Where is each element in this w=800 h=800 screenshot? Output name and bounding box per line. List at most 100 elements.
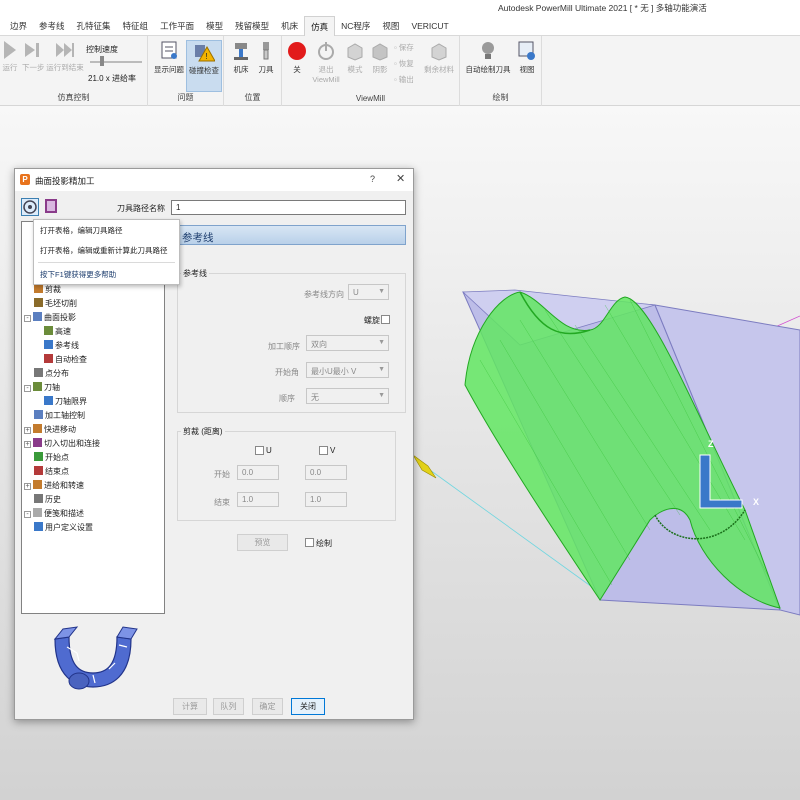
tab-stock-model[interactable]: 残留模型 xyxy=(229,16,275,36)
viewmill-off-button[interactable]: 关 xyxy=(284,40,310,75)
tree-item-end-point[interactable]: 结束点 xyxy=(34,466,69,478)
tree-item-reference-line[interactable]: 参考线 xyxy=(44,340,79,352)
tree-item-high-speed[interactable]: 高速 xyxy=(44,326,71,338)
speed-slider[interactable] xyxy=(90,61,142,63)
trim-u-label: U xyxy=(266,446,272,455)
start-corner-select[interactable]: 最小U最小 V ▼ xyxy=(306,362,389,378)
tree-item-user-settings[interactable]: 用户定义设置 xyxy=(34,522,93,534)
show-problem-button[interactable]: 显示问题 xyxy=(152,40,186,75)
tree-item-tool-axis[interactable]: - 刀轴 xyxy=(24,382,60,394)
axis-z-label: Z xyxy=(708,439,714,449)
run-to-end-button[interactable]: 运行到结束 xyxy=(46,40,84,73)
residual-icon xyxy=(431,43,447,61)
sequence-label: 顺序 xyxy=(279,394,295,403)
queue-button[interactable]: 队列 xyxy=(213,698,244,715)
close-icon[interactable]: ✕ xyxy=(396,172,405,185)
run-button[interactable]: 运行 xyxy=(0,40,20,73)
close-button[interactable]: 关闭 xyxy=(291,698,325,715)
next-step-button[interactable]: 下一步 xyxy=(22,40,45,73)
toolpath-name-label: 刀具路径名称 xyxy=(117,204,165,213)
group-label-problem: 问题 xyxy=(177,93,194,102)
calculate-button[interactable]: 计算 xyxy=(173,698,207,715)
mode-button[interactable]: 模式 xyxy=(342,40,368,75)
tab-workplane[interactable]: 工作平面 xyxy=(154,16,200,36)
tree-item-feeds-speeds[interactable]: + 进给和转速 xyxy=(24,480,84,492)
toolpath-name-input[interactable]: 1 xyxy=(171,200,406,215)
tool-button[interactable]: 刀具 xyxy=(254,40,278,75)
residual-material-button[interactable]: 剩余材料 xyxy=(422,40,456,75)
order-select[interactable]: 双向 ▼ xyxy=(306,335,389,351)
view-button[interactable]: 视图 xyxy=(514,40,540,75)
title-bar: Autodesk PowerMill Ultimate 2021 [ * 无 ]… xyxy=(0,0,800,16)
toolpath-table-icon xyxy=(45,199,57,213)
direction-select[interactable]: U ▼ xyxy=(348,284,389,300)
view-icon xyxy=(518,41,535,60)
speed-slider-thumb[interactable] xyxy=(100,56,104,66)
restore-button[interactable]: ▫ 恢复 xyxy=(394,58,414,69)
tree-item-auto-check[interactable]: 自动检查 xyxy=(44,354,87,366)
preview-button[interactable]: 预览 xyxy=(237,534,288,551)
history-icon xyxy=(34,494,43,503)
trim-v-end-input[interactable]: 1.0 xyxy=(305,492,347,507)
tab-view[interactable]: 视图 xyxy=(376,16,405,36)
chevron-down-icon: ▼ xyxy=(378,339,385,346)
export-button[interactable]: ▫ 输出 xyxy=(394,74,414,85)
powermill-logo-icon: P xyxy=(20,174,30,185)
tab-boundary[interactable]: 边界 xyxy=(4,16,33,36)
dialog-title: 曲面投影精加工 xyxy=(35,176,95,186)
trim-icon xyxy=(34,284,43,293)
play-icon xyxy=(4,41,16,59)
high-speed-icon xyxy=(44,326,53,335)
help-button[interactable]: ? xyxy=(370,174,375,184)
trim-u-end-input[interactable]: 1.0 xyxy=(237,492,279,507)
tab-feature-group[interactable]: 特征组 xyxy=(117,16,155,36)
tree-item-leads-links[interactable]: + 切入切出和连接 xyxy=(24,438,100,450)
tool-axis-icon xyxy=(33,382,42,391)
tree-item-point-distribution[interactable]: 点分布 xyxy=(34,368,69,380)
shade-button[interactable]: 阴影 xyxy=(368,40,392,75)
tab-vericut[interactable]: VERICUT xyxy=(405,16,454,36)
tree-item-start-point[interactable]: 开始点 xyxy=(34,452,69,464)
collision-check-button[interactable]: ! 碰撞检查 xyxy=(186,40,222,92)
exit-viewmill-button[interactable]: 退出 ViewMill xyxy=(310,40,342,84)
tree-item-rapid-move[interactable]: + 快进移动 xyxy=(24,424,76,436)
tab-model[interactable]: 模型 xyxy=(200,16,229,36)
tree-item-stock-cut[interactable]: 毛坯切削 xyxy=(34,298,77,310)
reference-line-icon xyxy=(44,340,53,349)
trim-v-start-input[interactable]: 0.0 xyxy=(305,465,347,480)
ribbon-tabs: 边界 参考线 孔特征集 特征组 工作平面 模型 残留模型 机床 仿真 NC程序 … xyxy=(0,16,800,36)
chevron-down-icon: ▼ xyxy=(378,288,385,295)
dialog-title-bar[interactable]: P 曲面投影精加工 ? ✕ xyxy=(15,169,413,191)
tab-reference-line[interactable]: 参考线 xyxy=(33,16,71,36)
ok-button[interactable]: 确定 xyxy=(252,698,283,715)
tab-nc-program[interactable]: NC程序 xyxy=(335,16,376,36)
auto-draw-tool-button[interactable]: 自动绘制刀具 xyxy=(464,40,512,75)
trim-u-checkbox[interactable] xyxy=(255,446,264,455)
sequence-select[interactable]: 无 ▼ xyxy=(306,388,389,404)
save-button[interactable]: ▫ 保存 xyxy=(394,42,414,53)
trim-v-checkbox[interactable] xyxy=(319,446,328,455)
tooltip-line-1: 打开表格，编辑刀具路径 xyxy=(40,226,123,235)
direction-label: 参考线方向 xyxy=(304,290,344,299)
tree-item-notes[interactable]: - 便笺和描述 xyxy=(24,508,84,520)
tree-item-trim[interactable]: 剪裁 xyxy=(34,284,61,296)
tree-item-tool-axis-limits[interactable]: 刀轴限界 xyxy=(44,396,87,408)
machine-button[interactable]: 机床 xyxy=(228,40,254,75)
tree-item-history[interactable]: 历史 xyxy=(34,494,61,506)
ribbon-panel: 运行 下一步 运行到结束 控制速度 21.0 x 进给率 仿真控制 显示问题 !… xyxy=(0,36,800,106)
tab-hole-feature[interactable]: 孔特征集 xyxy=(71,16,117,36)
start-corner-label: 开始角 xyxy=(275,368,299,377)
group-label-draw: 绘制 xyxy=(492,93,509,102)
spiral-checkbox[interactable] xyxy=(381,315,390,324)
edit-toolpath-button[interactable] xyxy=(21,198,39,216)
tree-item-axis-control[interactable]: 加工轴控制 xyxy=(34,410,85,422)
draw-checkbox[interactable] xyxy=(305,538,314,547)
tab-simulation[interactable]: 仿真 xyxy=(304,16,336,36)
tree-item-surface-projection[interactable]: - 曲面投影 xyxy=(24,312,76,324)
trim-u-start-input[interactable]: 0.0 xyxy=(237,465,279,480)
copy-toolpath-button[interactable] xyxy=(43,198,61,216)
tool-icon xyxy=(263,42,269,60)
strategy-preview-image xyxy=(53,626,138,690)
tab-machine[interactable]: 机床 xyxy=(275,16,304,36)
stop-icon xyxy=(288,42,306,60)
